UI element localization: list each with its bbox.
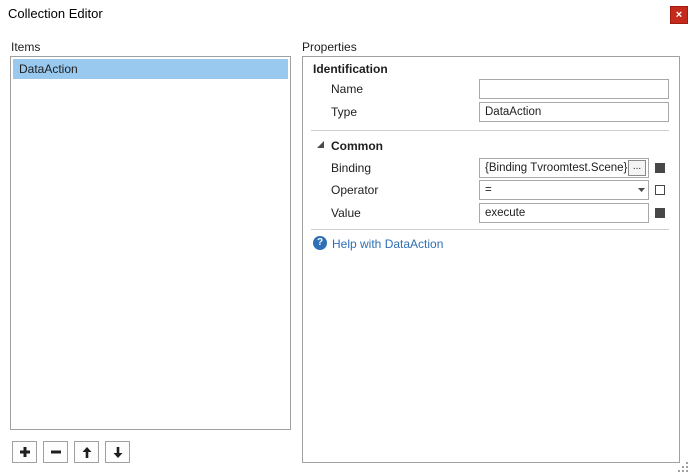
common-header: Common	[331, 139, 383, 153]
arrow-down-icon	[113, 446, 122, 458]
type-field[interactable]: DataAction	[479, 102, 669, 122]
identification-header: Identification	[313, 62, 388, 76]
operator-label: Operator	[331, 183, 379, 197]
chevron-down-icon	[638, 188, 645, 192]
window-title: Collection Editor	[8, 6, 103, 21]
plus-icon	[19, 447, 30, 457]
category-separator	[311, 130, 669, 131]
help-icon[interactable]: ?	[313, 236, 327, 250]
remove-item-button[interactable]	[43, 441, 68, 463]
value-set-marker[interactable]	[655, 208, 665, 218]
arrow-up-icon	[82, 446, 91, 458]
help-link[interactable]: Help with DataAction	[332, 237, 443, 251]
value-field[interactable]: execute	[479, 203, 649, 223]
properties-label: Properties	[302, 40, 357, 54]
binding-label: Binding	[331, 161, 372, 175]
move-down-button[interactable]	[105, 441, 130, 463]
binding-field[interactable]: {Binding Tvroomtest.Scene}	[479, 158, 649, 178]
name-label: Name	[331, 82, 364, 96]
items-list[interactable]: DataAction	[10, 56, 291, 430]
items-label: Items	[11, 40, 41, 54]
close-button[interactable]: ×	[670, 6, 688, 24]
title-bar: Collection Editor ×	[0, 0, 690, 30]
add-item-button[interactable]	[12, 441, 37, 463]
operator-unset-marker[interactable]	[655, 185, 665, 195]
items-toolbar	[12, 441, 130, 463]
resize-grip-icon[interactable]	[678, 462, 688, 472]
operator-value: =	[485, 184, 492, 196]
binding-ellipsis-button[interactable]: ...	[628, 160, 646, 176]
operator-select[interactable]: =	[479, 180, 649, 200]
close-icon: ×	[675, 9, 683, 21]
minus-icon	[50, 450, 61, 454]
move-up-button[interactable]	[74, 441, 99, 463]
value-label: Value	[331, 206, 361, 220]
category-separator	[311, 229, 669, 230]
type-label: Type	[331, 105, 358, 119]
list-item[interactable]: DataAction	[13, 59, 288, 79]
property-grid: Identification Name Type DataAction Comm…	[302, 56, 680, 463]
binding-set-marker[interactable]	[655, 163, 665, 173]
name-field[interactable]	[479, 79, 669, 99]
collapse-icon[interactable]	[317, 141, 324, 148]
